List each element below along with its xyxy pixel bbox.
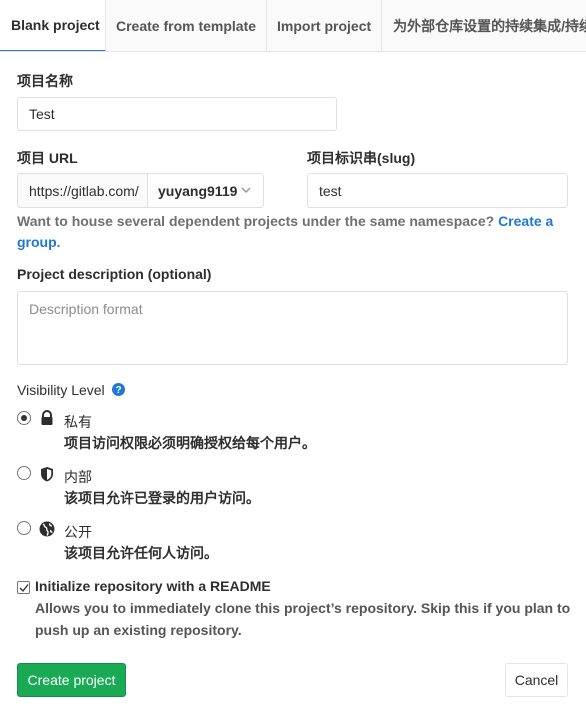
url-prefix: https://gitlab.com/ xyxy=(17,173,147,208)
tab-blank-project[interactable]: Blank project xyxy=(0,0,106,51)
namespace-help-sentence: Want to house several dependent projects… xyxy=(17,213,499,229)
namespace-select[interactable]: yuyang9119 xyxy=(147,173,264,208)
project-slug-label: 项目标识串(slug) xyxy=(307,150,416,166)
visibility-label-text: Visibility Level xyxy=(17,382,105,398)
visibility-label: Visibility Level ? xyxy=(17,382,125,398)
description-textarea[interactable]: Description format xyxy=(17,291,568,365)
tab-bar: Blank project Create from template Impor… xyxy=(0,0,586,52)
question-circle-icon[interactable]: ? xyxy=(111,383,125,396)
namespace-help-suffix: . xyxy=(56,234,61,250)
readme-help-text: Allows you to immediately clone this pro… xyxy=(35,600,571,638)
project-name-label: 项目名称 xyxy=(17,73,73,89)
tab-create-from-template[interactable]: Create from template xyxy=(106,0,268,51)
visibility-public-radio[interactable] xyxy=(17,521,31,535)
readme-label[interactable]: Initialize repository with a README xyxy=(35,578,271,594)
visibility-public-title: 公开 xyxy=(64,524,92,540)
visibility-private-description: 项目访问权限必须明确授权给每个用户。 xyxy=(64,435,316,451)
tab-import-project[interactable]: Import project xyxy=(267,0,383,51)
project-slug-input[interactable]: test xyxy=(307,173,568,208)
tab-ci-cd-external-repo[interactable]: 为外部仓库设置的持续集成/持续 xyxy=(382,0,586,51)
visibility-internal-radio[interactable] xyxy=(17,466,31,480)
svg-text:?: ? xyxy=(115,385,121,396)
description-label: Project description (optional) xyxy=(17,266,212,282)
project-name-input[interactable]: Test xyxy=(17,97,337,131)
shield-icon xyxy=(41,467,53,482)
checkmark-icon xyxy=(19,584,29,593)
lock-icon xyxy=(41,410,53,425)
visibility-internal-description: 该项目允许已登录的用户访问。 xyxy=(64,490,260,506)
create-project-button[interactable]: Create project xyxy=(17,663,126,697)
visibility-public-description: 该项目允许任何人访问。 xyxy=(64,545,218,561)
cancel-button[interactable]: Cancel xyxy=(505,663,568,697)
project-url-label: 项目 URL xyxy=(17,150,78,166)
visibility-private-title: 私有 xyxy=(64,414,92,430)
chevron-down-icon xyxy=(241,187,251,194)
visibility-private-radio[interactable] xyxy=(17,411,31,425)
readme-checkbox[interactable] xyxy=(17,581,30,594)
visibility-internal-title: 内部 xyxy=(64,469,92,485)
project-url-group: https://gitlab.com/ yuyang9119 xyxy=(17,173,264,208)
earth-icon xyxy=(39,521,55,537)
namespace-value: yuyang9119 xyxy=(158,182,238,199)
namespace-help-text: Want to house several dependent projects… xyxy=(17,211,557,253)
